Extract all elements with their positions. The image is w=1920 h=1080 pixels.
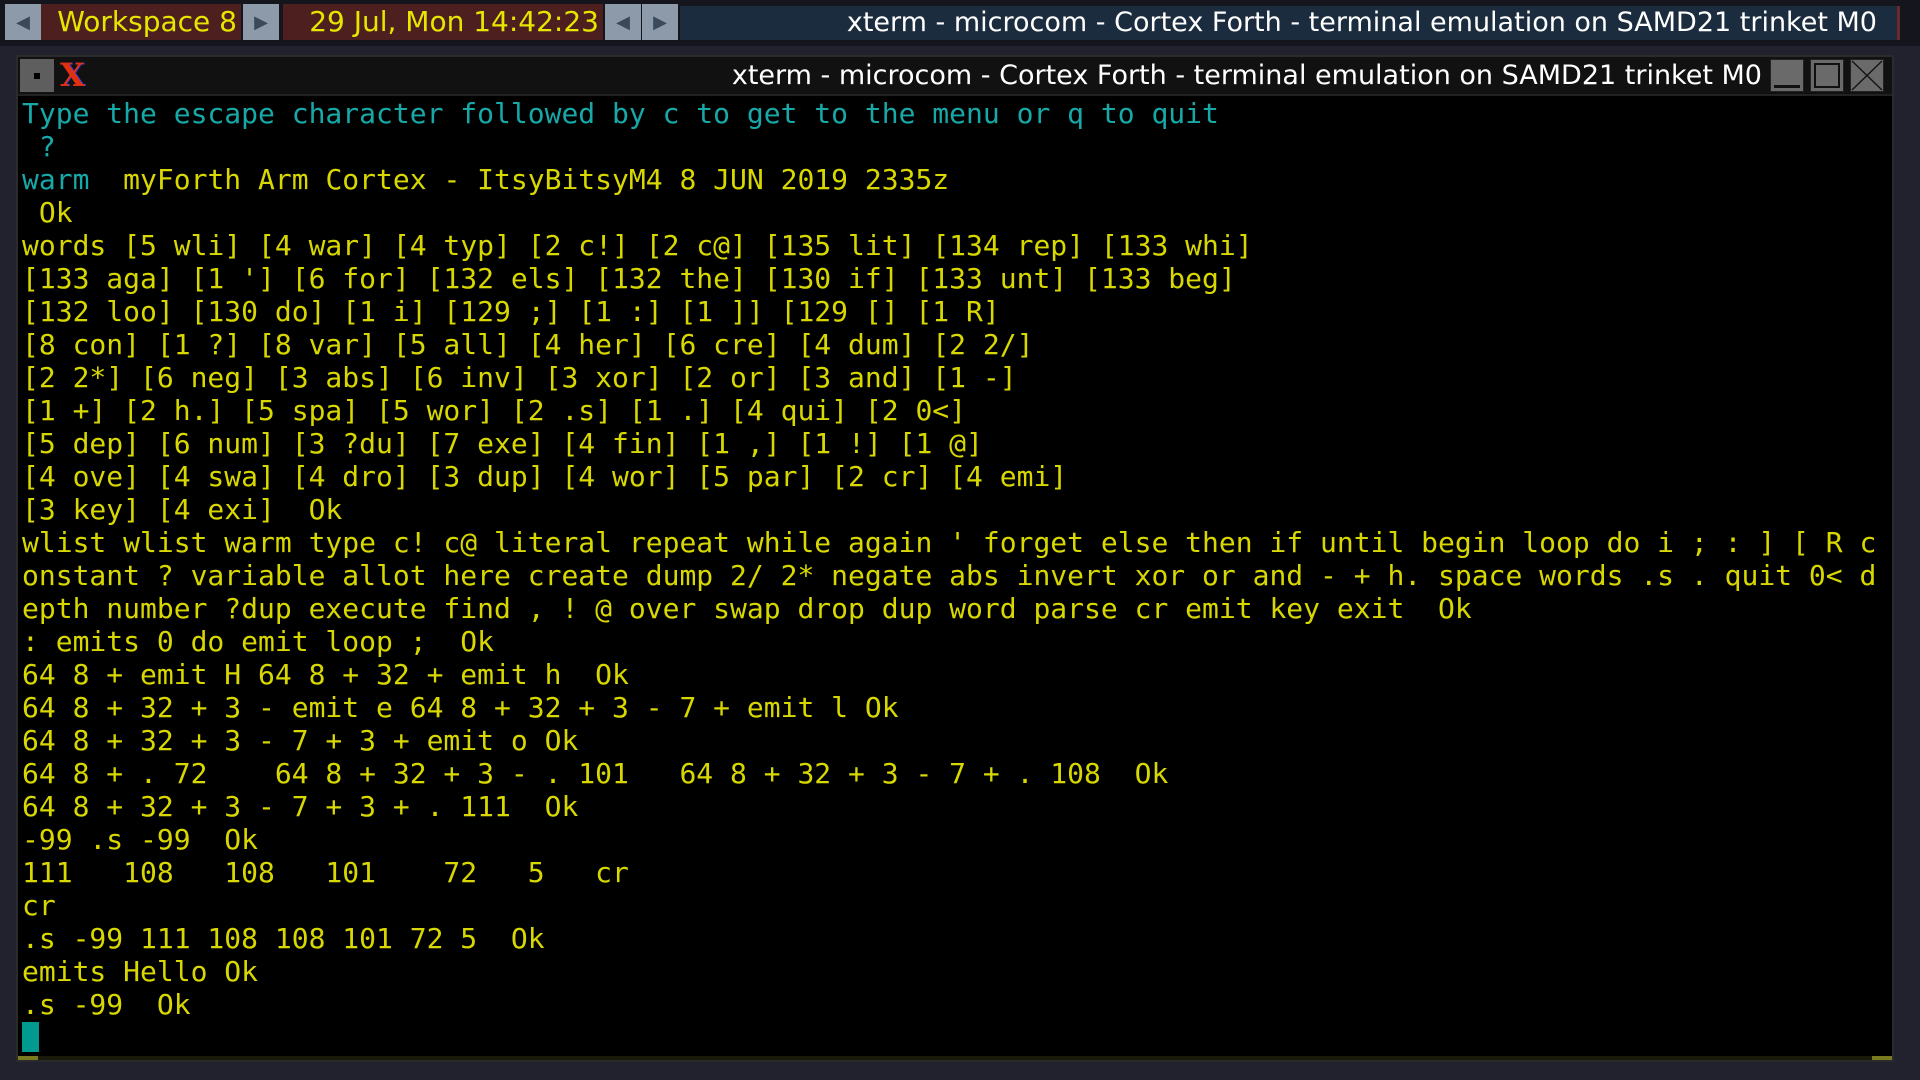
window-titlebar[interactable]: X xterm - microcom - Cortex Forth - term… (18, 57, 1892, 96)
terminal-text: cr (22, 889, 56, 922)
terminal-line: [5 dep] [6 num] [3 ?du] [7 exe] [4 fin] … (22, 427, 1876, 460)
terminal-line: warm myForth Arm Cortex - ItsyBitsyM4 8 … (22, 163, 1876, 196)
terminal-line: Type the escape character followed by c … (22, 97, 1876, 130)
terminal-line: Ok (22, 196, 1876, 229)
terminal-text: 64 8 + 32 + 3 - 7 + 3 + emit o Ok (22, 724, 579, 757)
maximize-icon (1814, 63, 1840, 88)
minimize-button[interactable] (1770, 59, 1804, 92)
terminal-line: wlist wlist warm type c! c@ literal repe… (22, 526, 1876, 559)
terminal-text: [3 key] [4 exi] Ok (22, 493, 343, 526)
terminal-line: .s -99 111 108 108 101 72 5 Ok (22, 922, 1876, 955)
prev-window-button[interactable]: ◀ (605, 4, 641, 40)
clock: 29 Jul, Mon 14:42:23 (283, 4, 603, 40)
window-bottom-border (18, 1056, 1892, 1060)
terminal-text: myForth Arm Cortex - ItsyBitsyM4 8 JUN 2… (89, 163, 950, 196)
terminal-text: 64 8 + 32 + 3 - emit e 64 8 + 32 + 3 - 7… (22, 691, 899, 724)
xterm-window: X xterm - microcom - Cortex Forth - term… (16, 55, 1894, 1062)
terminal-line: [3 key] [4 exi] Ok (22, 493, 1876, 526)
terminal-line: words [5 wli] [4 war] [4 typ] [2 c!] [2 … (22, 229, 1876, 262)
terminal-line: [1 +] [2 h.] [5 spa] [5 wor] [2 .s] [1 .… (22, 394, 1876, 427)
close-icon (1851, 60, 1883, 91)
terminal-text: onstant ? variable allot here create dum… (22, 559, 1877, 592)
window-title: xterm - microcom - Cortex Forth - termin… (731, 60, 1762, 91)
maximize-button[interactable] (1810, 59, 1844, 92)
terminal-line: [4 ove] [4 swa] [4 dro] [3 dup] [4 wor] … (22, 460, 1876, 493)
terminal-line: -99 .s -99 Ok (22, 823, 1876, 856)
terminal-text: Type the escape character followed by c … (22, 97, 1219, 130)
terminal-line: 64 8 + . 72 64 8 + 32 + 3 - . 101 64 8 +… (22, 757, 1876, 790)
terminal-line: [2 2*] [6 neg] [3 abs] [6 inv] [3 xor] [… (22, 361, 1876, 394)
terminal-line: onstant ? variable allot here create dum… (22, 559, 1876, 592)
terminal-line: [132 loo] [130 do] [1 i] [129 ;] [1 :] [… (22, 295, 1876, 328)
terminal-cursor (22, 1022, 39, 1052)
terminal-text: [1 +] [2 h.] [5 spa] [5 wor] [2 .s] [1 .… (22, 394, 967, 427)
terminal-text: Ok (22, 196, 73, 229)
close-button[interactable] (1850, 59, 1884, 92)
terminal-text: [8 con] [1 ?] [8 var] [5 all] [4 her] [6… (22, 328, 1034, 361)
terminal-text: epth number ?dup execute find , ! @ over… (22, 592, 1472, 625)
terminal-line: ? (22, 130, 1876, 163)
terminal-line: 64 8 + 32 + 3 - 7 + 3 + . 111 Ok (22, 790, 1876, 823)
terminal-text: [133 aga] [1 '] [6 for] [132 els] [132 t… (22, 262, 1236, 295)
terminal-text: 64 8 + 32 + 3 - 7 + 3 + . 111 Ok (22, 790, 579, 823)
terminal-line: epth number ?dup execute find , ! @ over… (22, 592, 1876, 625)
terminal-text: wlist wlist warm type c! c@ literal repe… (22, 526, 1877, 559)
taskbar-window-title[interactable]: xterm - microcom - Cortex Forth - termin… (680, 6, 1900, 40)
terminal-text: [132 loo] [130 do] [1 i] [129 ;] [1 :] [… (22, 295, 1000, 328)
next-window-button[interactable]: ▶ (642, 4, 678, 40)
terminal-line: : emits 0 do emit loop ; Ok (22, 625, 1876, 658)
window-menu-button[interactable] (20, 59, 54, 92)
terminal-text: : emits 0 do emit loop ; Ok (22, 625, 495, 658)
terminal-text: 111 108 108 101 72 5 cr (22, 856, 629, 889)
terminal-line: 64 8 + 32 + 3 - emit e 64 8 + 32 + 3 - 7… (22, 691, 1876, 724)
workspace-label[interactable]: Workspace 8 (41, 4, 241, 40)
terminal-line: 64 8 + emit H 64 8 + 32 + emit h Ok (22, 658, 1876, 691)
terminal-text: [2 2*] [6 neg] [3 abs] [6 inv] [3 xor] [… (22, 361, 1017, 394)
prev-workspace-button[interactable]: ◀ (5, 4, 41, 40)
terminal-output[interactable]: Type the escape character followed by c … (22, 97, 1876, 1021)
terminal-text: emits Hello Ok (22, 955, 259, 988)
terminal-line: .s -99 Ok (22, 988, 1876, 1021)
terminal-text: .s -99 111 108 108 101 72 5 Ok (22, 922, 545, 955)
terminal-text: ? (22, 130, 56, 163)
terminal-line: [133 aga] [1 '] [6 for] [132 els] [132 t… (22, 262, 1876, 295)
terminal-line: [8 con] [1 ?] [8 var] [5 all] [4 her] [6… (22, 328, 1876, 361)
arrow-left-icon: ◀ (616, 11, 630, 33)
terminal-line: emits Hello Ok (22, 955, 1876, 988)
next-workspace-button[interactable]: ▶ (243, 4, 279, 40)
x11-icon: X (60, 56, 85, 94)
terminal-text: [4 ove] [4 swa] [4 dro] [3 dup] [4 wor] … (22, 460, 1068, 493)
terminal-line: 64 8 + 32 + 3 - 7 + 3 + emit o Ok (22, 724, 1876, 757)
terminal-line: cr (22, 889, 1876, 922)
terminal-text: -99 .s -99 Ok (22, 823, 259, 856)
terminal-line: 111 108 108 101 72 5 cr (22, 856, 1876, 889)
terminal-text: 64 8 + . 72 64 8 + 32 + 3 - . 101 64 8 +… (22, 757, 1169, 790)
terminal-text: [5 dep] [6 num] [3 ?du] [7 exe] [4 fin] … (22, 427, 983, 460)
arrow-right-icon: ▶ (653, 11, 667, 33)
arrow-left-icon: ◀ (16, 11, 30, 33)
minimize-icon (1774, 85, 1800, 88)
terminal-text: 64 8 + emit H 64 8 + 32 + emit h Ok (22, 658, 629, 691)
arrow-right-icon: ▶ (254, 11, 268, 33)
taskbar: ◀ Workspace 8 ▶ 29 Jul, Mon 14:42:23 ◀ ▶… (0, 0, 1920, 46)
terminal-text: warm (22, 163, 90, 196)
terminal-text: .s -99 Ok (22, 988, 191, 1021)
terminal-text: words [5 wli] [4 war] [4 typ] [2 c!] [2 … (22, 229, 1253, 262)
